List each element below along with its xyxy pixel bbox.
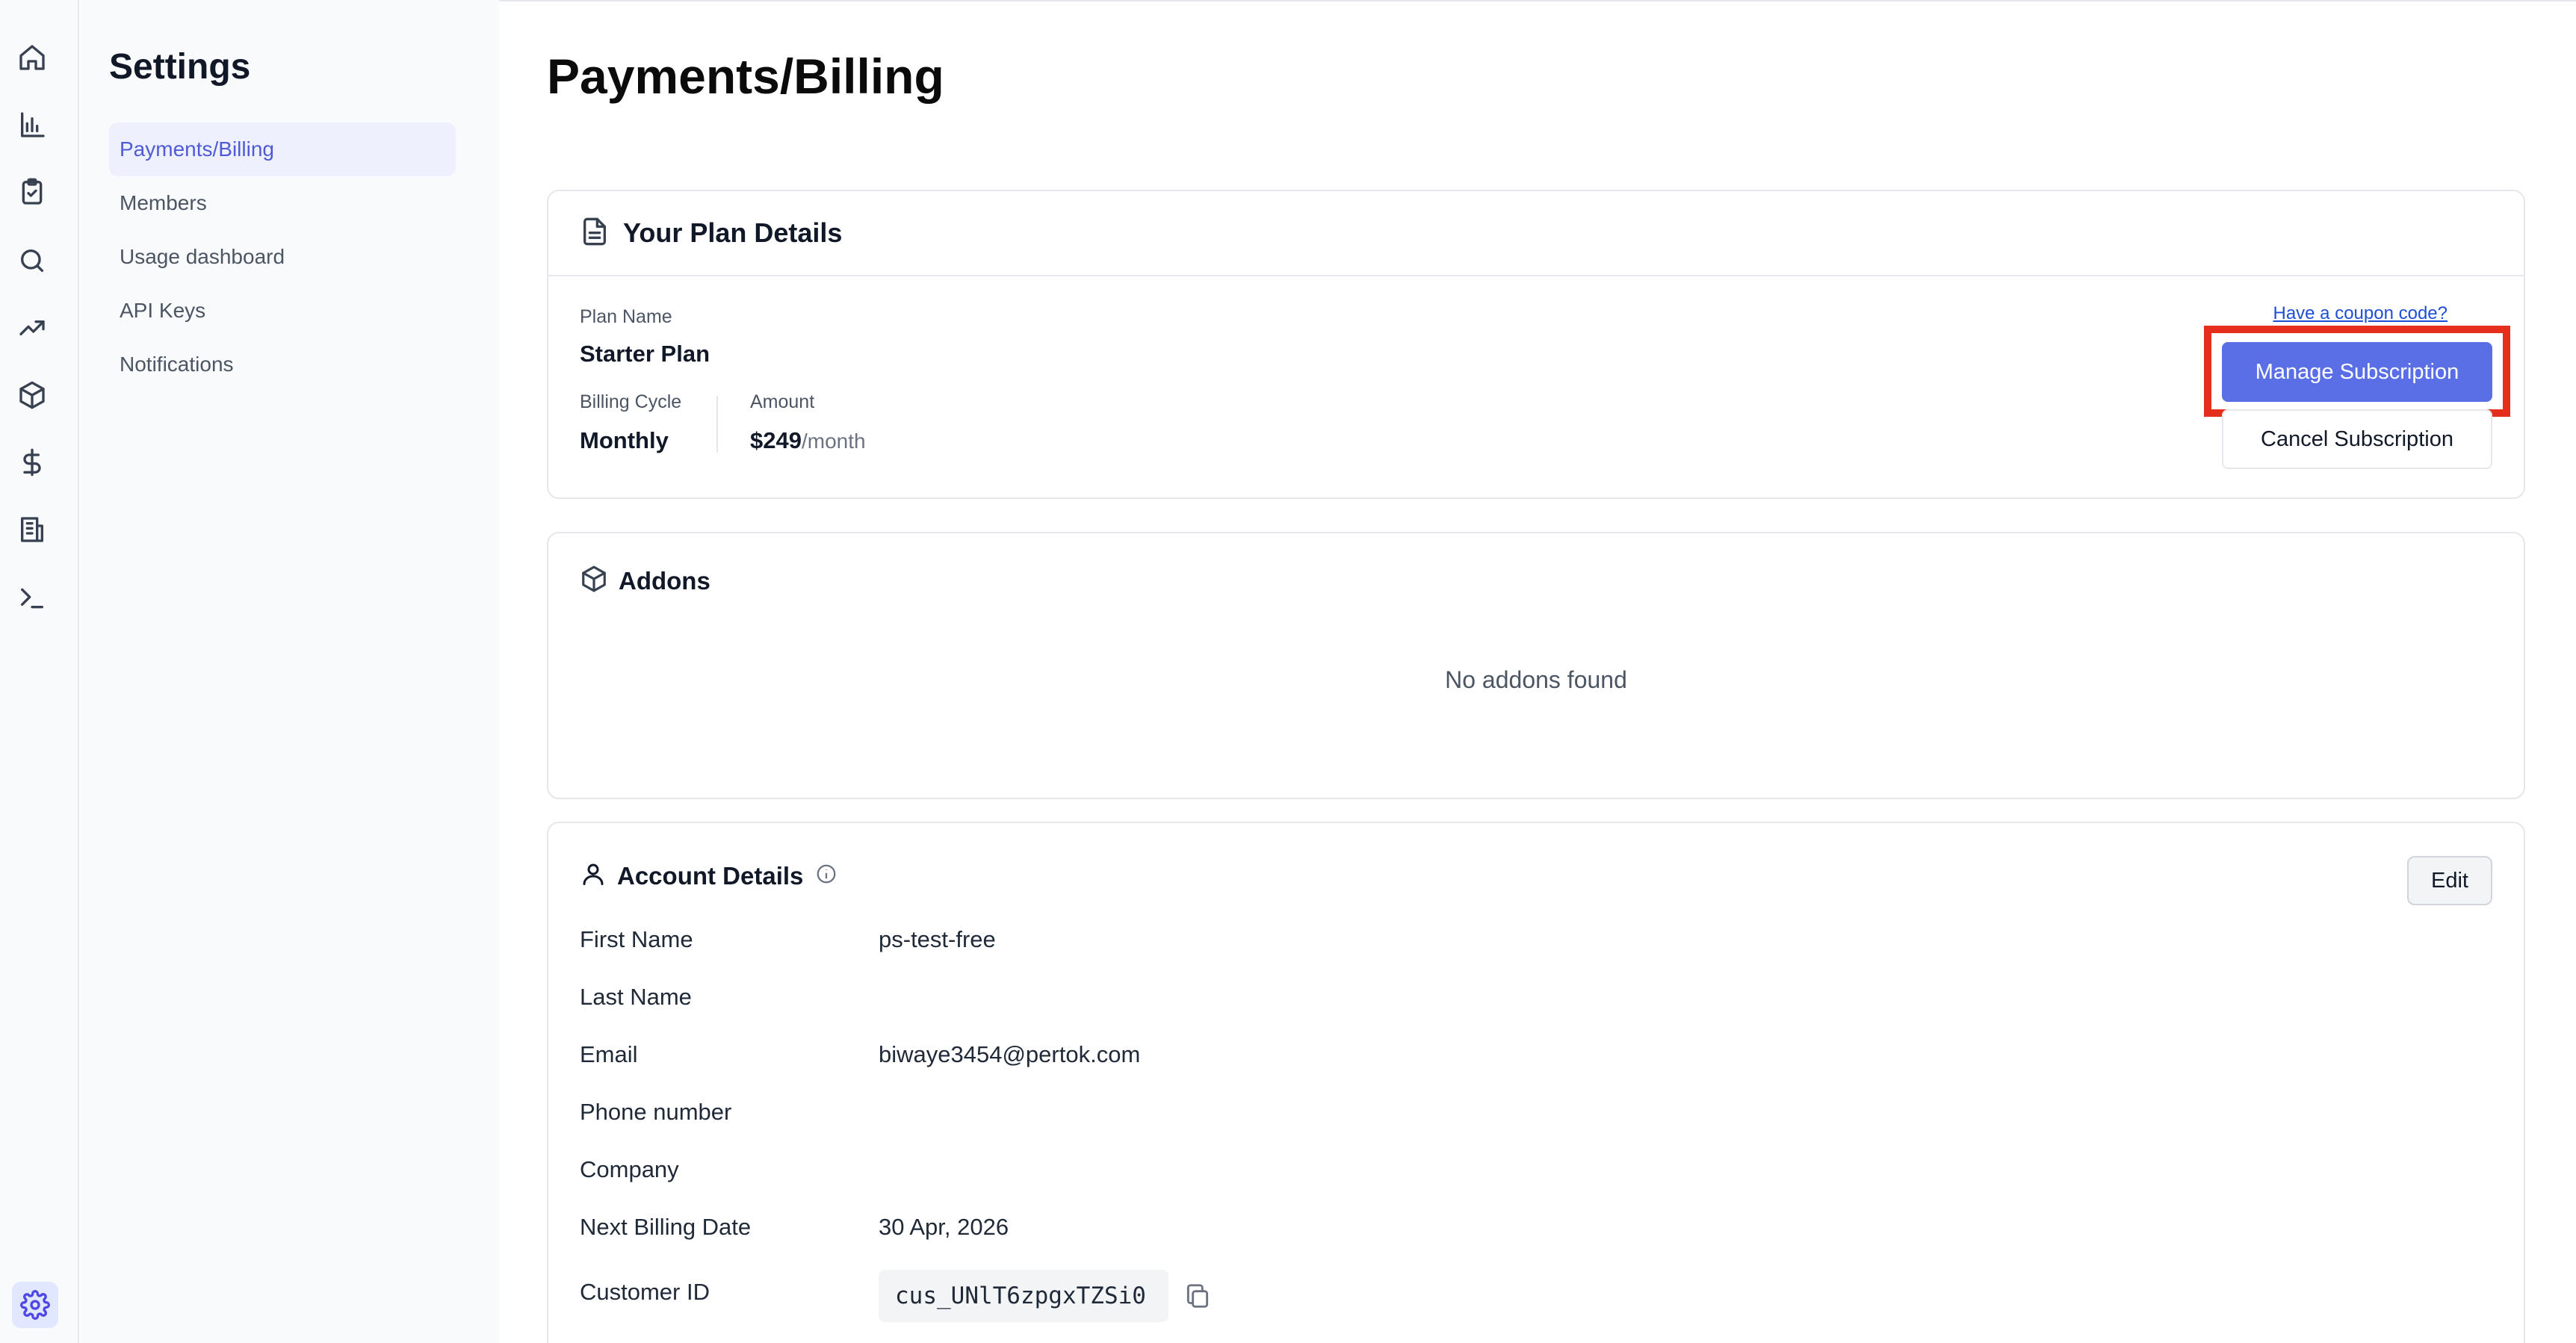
customer-id-label: Customer ID [580,1279,710,1305]
account-details-title: Account Details [617,861,804,890]
edit-account-button[interactable]: Edit [2407,856,2492,905]
sidebar-item-members[interactable]: Members [109,176,456,230]
plan-name-label: Plan Name [580,306,672,327]
customer-id-value: cus_UNlT6zpgxTZSi0 [879,1270,1168,1322]
sidebar-item-notifications[interactable]: Notifications [109,338,456,391]
amount-price: $249 [750,427,802,453]
billing-cycle-value: Monthly [580,427,669,453]
next-billing-date-label: Next Billing Date [580,1214,752,1240]
search-icon[interactable] [15,244,49,278]
clipboard-check-icon[interactable] [15,175,49,209]
sidebar-item-payments-billing[interactable]: Payments/Billing [109,122,456,176]
coupon-code-link[interactable]: Have a coupon code? [2273,303,2447,324]
addons-title: Addons [619,566,710,595]
last-name-label: Last Name [580,984,692,1010]
account-details-card: Account Details Edit First Name ps-test-… [547,822,2525,1343]
plan-divider [716,396,718,453]
trending-up-icon[interactable] [15,311,49,345]
user-icon [580,860,607,891]
phone-number-label: Phone number [580,1099,732,1125]
plan-details-header: Your Plan Details [548,191,2524,276]
addons-header: Addons [580,565,710,597]
terminal-icon[interactable] [15,581,49,615]
amount-value: $249/month [750,427,866,454]
email-label: Email [580,1041,638,1067]
page-title: Payments/Billing [547,49,944,104]
sidebar-item-usage-dashboard[interactable]: Usage dashboard [109,230,456,284]
first-name-label: First Name [580,926,693,952]
info-icon[interactable] [803,863,837,889]
copy-icon[interactable] [1183,1282,1212,1310]
plan-name-value: Starter Plan [580,341,710,367]
plan-details-title: Your Plan Details [623,217,843,248]
addons-card: Addons No addons found [547,532,2525,799]
next-billing-date-value: 30 Apr, 2026 [879,1214,1009,1240]
plan-details-card: Your Plan Details Plan Name Starter Plan… [547,190,2525,499]
settings-sidebar: Settings Payments/Billing Members Usage … [81,0,499,1343]
email-value: biwaye3454@pertok.com [879,1041,1141,1067]
first-name-value: ps-test-free [879,926,996,952]
company-label: Company [580,1156,679,1182]
amount-unit: /month [801,429,866,453]
building-icon[interactable] [15,512,49,547]
account-details-header: Account Details [580,860,837,891]
document-icon [580,217,610,250]
sidebar-title: Settings [109,47,251,87]
manage-subscription-button[interactable]: Manage Subscription [2222,342,2492,402]
home-icon[interactable] [15,40,49,75]
dollar-icon[interactable] [15,445,49,480]
addons-empty-state: No addons found [1445,666,1627,693]
cancel-subscription-button[interactable]: Cancel Subscription [2222,409,2492,469]
billing-cycle-label: Billing Cycle [580,391,682,412]
main-content: Payments/Billing Your Plan Details Plan … [499,0,2576,1343]
package-icon [580,565,608,597]
amount-label: Amount [750,391,815,412]
package-icon[interactable] [15,378,49,412]
app-window: Settings Payments/Billing Members Usage … [0,0,2576,1343]
bar-chart-icon[interactable] [15,108,49,142]
sidebar-item-api-keys[interactable]: API Keys [109,284,456,338]
icon-rail [0,0,79,1343]
gear-icon[interactable] [12,1282,58,1328]
